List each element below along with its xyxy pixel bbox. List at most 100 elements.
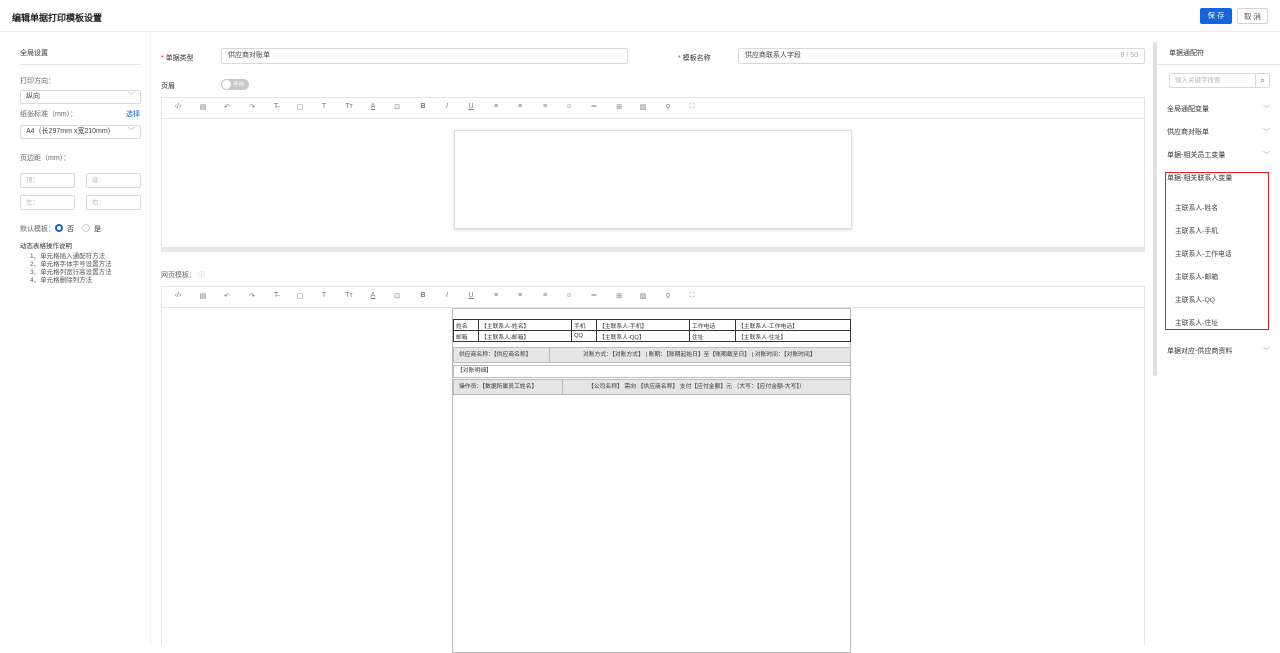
align-left-icon[interactable]: ≡: [490, 103, 502, 110]
group-contact[interactable]: 单据-相关联系人变量: [1167, 173, 1232, 183]
margin-right-input[interactable]: 右：: [86, 195, 141, 210]
name-field[interactable]: 供应商联系人字段 8 / 50: [738, 48, 1145, 64]
radio-yes[interactable]: [82, 224, 90, 232]
font-icon[interactable]: T: [318, 103, 330, 110]
group-employee[interactable]: 单据-相关员工变量 ﹀: [1167, 150, 1270, 160]
header-toggle[interactable]: 停用: [221, 79, 249, 90]
code-icon[interactable]: ‹/›: [172, 292, 184, 299]
payment-bar[interactable]: 操作员：【数据所属员工姓名】 【公司名称】 需向 【供应商名称】 支付【应付金额…: [453, 379, 851, 395]
help-item: 3、单元格列宽行高设置方法: [30, 269, 112, 276]
search-icon[interactable]: ⌕: [1255, 73, 1270, 88]
name-value: 供应商联系人字段: [745, 52, 801, 59]
code-icon[interactable]: ‹/›: [172, 103, 184, 110]
payment-var: 【公司名称】 需向 【供应商名称】 支付【应付金额】元 （大写：【应付金额-大写…: [588, 384, 806, 390]
help-item: 4、单元格删除列方法: [30, 277, 93, 284]
save-button[interactable]: 保 存: [1200, 8, 1232, 24]
table-icon[interactable]: ⊞: [613, 103, 625, 111]
clear-format-icon[interactable]: T̶: [270, 103, 282, 110]
web-page[interactable]: 姓名 【主联系人-姓名】 手机 【主联系人-手机】 工作电话 【主联系人-工作电…: [452, 308, 851, 653]
chevron-down-icon: ﹀: [1263, 129, 1270, 136]
hr-icon[interactable]: ═: [588, 292, 600, 299]
bg-color-icon[interactable]: ⊡: [391, 292, 403, 300]
group-reconcile[interactable]: 供应商对账单 ﹀: [1167, 127, 1270, 137]
cancel-button[interactable]: 取 消: [1237, 8, 1268, 24]
table-cell: 【主联系人-住址】: [735, 330, 851, 342]
font-color-icon[interactable]: A: [367, 103, 379, 110]
supplier-name-var: 供应商名称：【供应商名称】: [459, 352, 532, 358]
group-supplier-info[interactable]: 单据对应-供应商资料 ﹀: [1167, 346, 1270, 356]
underline-icon[interactable]: U: [465, 292, 477, 299]
redo-icon[interactable]: ↷: [246, 103, 258, 111]
image-icon[interactable]: ▨: [637, 292, 649, 300]
attachment-icon[interactable]: ⚲: [662, 103, 674, 111]
align-center-icon[interactable]: ≡: [514, 292, 526, 299]
paper-select[interactable]: A4（长297mm x宽210mm) ﹀: [20, 125, 141, 139]
summary-bar[interactable]: 供应商名称：【供应商名称】 对账方式：【对账方式】 | 账期：【账期起始日】至【…: [453, 347, 851, 363]
font-size-icon[interactable]: Tт: [343, 103, 355, 110]
contact-table[interactable]: 姓名 【主联系人-姓名】 手机 【主联系人-手机】 工作电话 【主联系人-工作电…: [453, 319, 851, 342]
header-editor[interactable]: [161, 119, 1145, 247]
font-size-icon[interactable]: Tт: [343, 292, 355, 299]
orientation-value: 纵向: [26, 93, 40, 100]
emoji-icon[interactable]: ☺: [563, 103, 575, 110]
wildcard-item[interactable]: 主联系人-姓名: [1175, 202, 1218, 212]
hr-icon[interactable]: ═: [588, 103, 600, 110]
type-field[interactable]: 供应商对账单: [221, 48, 628, 64]
wildcard-item[interactable]: 主联系人-手机: [1175, 225, 1218, 235]
divider: [549, 348, 550, 362]
orientation-label: 打印方向：: [20, 78, 55, 85]
orientation-select[interactable]: 纵向 ﹀: [20, 90, 141, 104]
clear-format-icon[interactable]: T̶: [270, 292, 282, 299]
table-cell: 【主联系人-姓名】: [478, 319, 572, 331]
paste-icon[interactable]: ▢: [294, 292, 306, 300]
operator-var: 操作员：【数据所属员工姓名】: [459, 384, 538, 390]
document-icon[interactable]: ▤: [197, 292, 209, 300]
italic-icon[interactable]: I: [441, 292, 453, 299]
attachment-icon[interactable]: ⚲: [662, 292, 674, 300]
radio-no[interactable]: [55, 224, 63, 232]
align-center-icon[interactable]: ≡: [514, 103, 526, 110]
redo-icon[interactable]: ↷: [246, 292, 258, 300]
paste-icon[interactable]: ▢: [294, 103, 306, 111]
bold-icon[interactable]: B: [417, 103, 429, 110]
editor-resizer[interactable]: [161, 247, 1145, 252]
undo-icon[interactable]: ↶: [221, 103, 233, 111]
underline-icon[interactable]: U: [465, 103, 477, 110]
margin-top-input[interactable]: 顶：: [20, 173, 75, 188]
margin-left-input[interactable]: 左：: [20, 195, 75, 210]
image-icon[interactable]: ▨: [637, 103, 649, 111]
bg-color-icon[interactable]: ⊡: [391, 103, 403, 111]
font-color-icon[interactable]: A: [367, 292, 379, 299]
paper-select-link[interactable]: 选择: [126, 109, 140, 119]
wildcard-item[interactable]: 主联系人-邮箱: [1175, 271, 1218, 281]
undo-icon[interactable]: ↶: [221, 292, 233, 300]
wildcard-item[interactable]: 主联系人-住址: [1175, 317, 1218, 327]
radio-yes-label: 是: [94, 226, 101, 233]
align-right-icon[interactable]: ≡: [539, 292, 551, 299]
detail-row[interactable]: 【对账明细】: [453, 365, 851, 378]
align-right-icon[interactable]: ≡: [539, 103, 551, 110]
fullscreen-icon[interactable]: ⛶: [686, 292, 698, 300]
help-item: 2、单元格字体字号设置方法: [30, 261, 112, 268]
table-icon[interactable]: ⊞: [613, 292, 625, 300]
wildcard-item[interactable]: 主联系人-QQ: [1175, 294, 1215, 304]
bold-icon[interactable]: B: [417, 292, 429, 299]
wildcard-item[interactable]: 主联系人-工作电话: [1175, 248, 1232, 258]
font-icon[interactable]: T: [318, 292, 330, 299]
left-divider: [150, 32, 151, 645]
margin-bottom-input[interactable]: 底：: [86, 173, 141, 188]
group-global[interactable]: 全局通配变量 ﹀: [1167, 104, 1270, 114]
italic-icon[interactable]: I: [441, 103, 453, 110]
reconcile-info-var: 对账方式：【对账方式】 | 账期：【账期起始日】至【账期截至日】 | 对账时间：…: [583, 352, 816, 358]
web-template-editor[interactable]: 姓名 【主联系人-姓名】 手机 【主联系人-手机】 工作电话 【主联系人-工作电…: [161, 308, 1145, 653]
help-icon: ⓘ: [197, 272, 205, 279]
document-icon[interactable]: ▤: [197, 103, 209, 111]
header-label: 页眉: [161, 83, 175, 90]
table-cell: 【主联系人-手机】: [596, 319, 690, 331]
toggle-knob: [222, 80, 231, 89]
fullscreen-icon[interactable]: ⛶: [686, 103, 698, 111]
emoji-icon[interactable]: ☺: [563, 292, 575, 299]
align-left-icon[interactable]: ≡: [490, 292, 502, 299]
header-page[interactable]: [454, 130, 852, 229]
search-input[interactable]: 输入关键字搜索: [1169, 73, 1256, 88]
